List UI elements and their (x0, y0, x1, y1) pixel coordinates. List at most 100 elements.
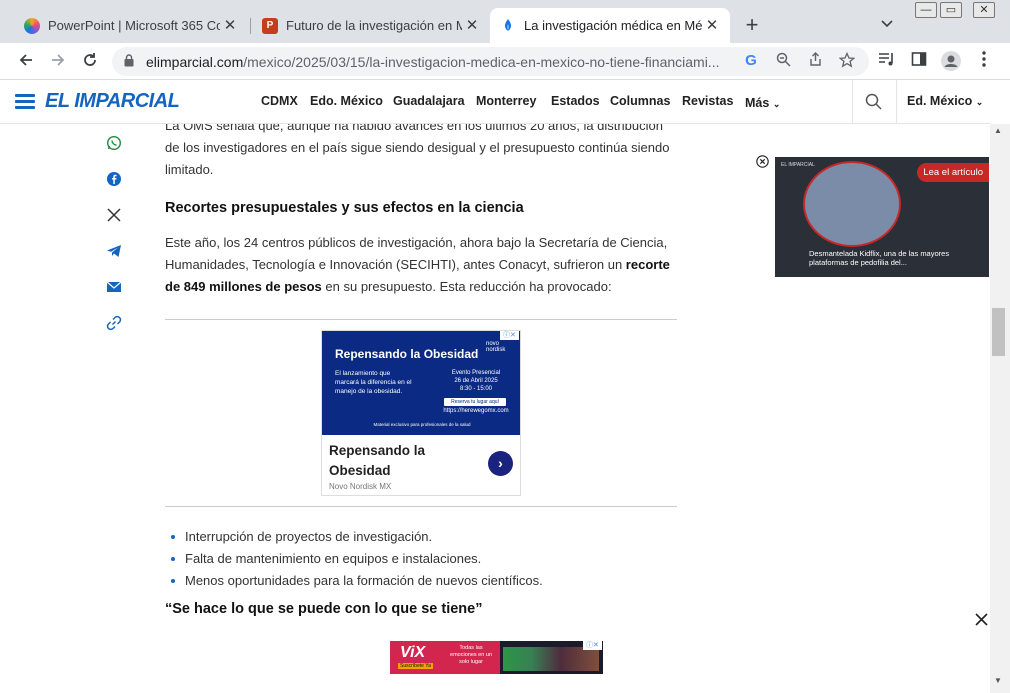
close-tab-icon[interactable]: ✕ (704, 18, 720, 34)
close-tab-icon[interactable]: ✕ (222, 18, 238, 34)
forward-arrow-icon[interactable] (48, 51, 68, 71)
novo-nordisk-logo: novo nordisk (486, 341, 506, 353)
elimparcial-favicon-icon (500, 18, 516, 34)
ad-banner[interactable]: Repensando la Obesidad novo nordisk El l… (322, 331, 520, 435)
copy-link-icon[interactable] (106, 315, 122, 331)
bullet-list: Interrupción de proyectos de investigaci… (170, 526, 543, 592)
ad-reserve-button[interactable]: Reserva tu lugar aquí (444, 398, 506, 406)
url-host: elimparcial.com (146, 54, 244, 70)
list-item: Falta de mantenimiento en equipos e inst… (170, 548, 543, 570)
ad-card-title[interactable]: Repensando la Obesidad (329, 441, 469, 481)
list-item: Menos oportunidades para la formación de… (170, 570, 543, 592)
ad-banner-title: Repensando la Obesidad (335, 347, 479, 361)
close-sticky-ad-icon[interactable] (973, 611, 990, 628)
divider (165, 319, 677, 320)
vix-cta[interactable]: Suscríbete Ya (398, 663, 433, 669)
minimize-window-icon[interactable]: — (915, 2, 937, 18)
url-text: elimparcial.com/mexico/2025/03/15/la-inv… (146, 54, 736, 70)
edition-selector[interactable]: Ed. México ⌄ (907, 94, 983, 108)
close-tab-icon[interactable]: ✕ (464, 18, 480, 34)
section-heading: Recortes presupuestales y sus efectos en… (165, 200, 524, 216)
ad-left-text: El lanzamiento que marcará la diferencia… (335, 370, 412, 395)
nav-monterrey[interactable]: Monterrey (476, 94, 536, 108)
lock-icon[interactable] (124, 54, 134, 67)
side-panel-icon[interactable] (909, 51, 929, 71)
nav-revistas[interactable]: Revistas (682, 94, 733, 108)
google-translate-icon[interactable]: G (742, 52, 760, 70)
bookmark-star-icon[interactable] (838, 51, 856, 70)
profile-avatar-icon[interactable] (941, 51, 961, 71)
chevron-down-icon: ⌄ (772, 99, 781, 109)
vix-tagline: Todas las emociones en un solo lugar (450, 645, 492, 665)
header-divider (896, 80, 897, 124)
close-window-icon[interactable]: ✕ (973, 2, 995, 18)
ad-date: 26 de Abril 2025 (454, 378, 498, 384)
scroll-thumb[interactable] (992, 308, 1005, 356)
browser-tab-strip: PowerPoint | Microsoft 365 Copilot ✕ P F… (0, 0, 1010, 43)
list-item: Interrupción de proyectos de investigaci… (170, 526, 543, 548)
nav-cdmx[interactable]: CDMX (261, 94, 298, 108)
ad-arrow-button[interactable]: › (488, 451, 513, 476)
search-icon[interactable] (865, 93, 882, 110)
tab-separator (250, 18, 251, 34)
url-path: /mexico/2025/03/15/la-investigacion-medi… (243, 54, 720, 70)
tab-search-chevron-icon[interactable] (881, 17, 893, 31)
reload-icon[interactable] (80, 51, 100, 71)
nav-edo-mexico[interactable]: Edo. México (310, 94, 383, 108)
scroll-up-icon[interactable]: ▲ (994, 126, 1002, 135)
scroll-down-icon[interactable]: ▼ (994, 676, 1002, 685)
media-control-icon[interactable] (877, 51, 897, 71)
new-tab-icon[interactable]: + (741, 14, 763, 36)
page-content: La OMS señala que, aunque ha habido avan… (0, 124, 990, 693)
close-ad-icon[interactable] (756, 155, 769, 173)
article-paragraph: La OMS señala que, aunque ha habido avan… (165, 124, 670, 177)
site-logo[interactable]: EL IMPARCIAL (45, 90, 180, 113)
maximize-window-icon[interactable]: ▭ (940, 2, 962, 18)
nav-mas[interactable]: Más ⌄ (745, 96, 780, 110)
browser-menu-kebab-icon[interactable] (974, 51, 994, 71)
ad-thumbnails (503, 647, 599, 671)
tab-investigacion-medica-active[interactable]: La investigación médica en México ✕ (490, 8, 730, 43)
ad-link[interactable]: https://herewegomx.com (440, 408, 512, 414)
facebook-share-icon[interactable] (106, 171, 122, 187)
vix-logo: ViX (400, 644, 426, 661)
nav-mas-label: Más (745, 96, 770, 110)
tab-title: La investigación médica en México (524, 18, 702, 33)
divider (165, 506, 677, 507)
page-scrollbar[interactable]: ▲ ▼ (990, 124, 1010, 693)
browser-toolbar: elimparcial.com/mexico/2025/03/15/la-inv… (0, 43, 1010, 80)
whatsapp-share-icon[interactable] (106, 135, 122, 151)
x-twitter-share-icon[interactable] (106, 207, 122, 223)
ad-advertiser: Novo Nordisk MX (329, 482, 392, 491)
section-heading: “Se hace lo que se puede con lo que se t… (165, 601, 483, 617)
paragraph-text: Este año, los 24 centros públicos de inv… (165, 235, 668, 272)
powerpoint-favicon-icon: P (262, 17, 278, 34)
article-paragraph: Este año, los 24 centros públicos de inv… (165, 232, 677, 298)
inline-advertisement[interactable]: Repensando la Obesidad novo nordisk El l… (321, 330, 521, 496)
paragraph-text: en su presupuesto. Esta reducción ha pro… (321, 279, 612, 294)
ad-source-label: EL IMPARCIAL (781, 162, 815, 168)
copilot-favicon-icon (24, 17, 40, 34)
email-share-icon[interactable] (106, 279, 122, 295)
tab-title: PowerPoint | Microsoft 365 Copilot (48, 18, 220, 33)
ad-event: Evento Presencial (451, 370, 501, 376)
vix-banner: ViX Suscríbete Ya Todas las emociones en… (390, 641, 500, 674)
tab-futuro-investigacion[interactable]: P Futuro de la investigación en México ✕ (252, 8, 490, 43)
ad-event-info: Evento Presencial 26 de Abril 2025 8:30 - … (442, 369, 510, 393)
hamburger-menu-icon[interactable] (15, 94, 35, 109)
bottom-advertisement[interactable]: ViX Suscríbete Ya Todas las emociones en… (390, 641, 603, 674)
ad-choices-icon[interactable]: ⓘ✕ (583, 641, 602, 650)
back-arrow-icon[interactable] (16, 51, 36, 71)
ad-choices-icon[interactable]: ⓘ✕ (500, 331, 519, 340)
nav-columnas[interactable]: Columnas (610, 94, 670, 108)
zoom-icon[interactable] (774, 52, 792, 70)
address-bar[interactable]: elimparcial.com/mexico/2025/03/15/la-inv… (112, 47, 869, 76)
tab-powerpoint[interactable]: PowerPoint | Microsoft 365 Copilot ✕ (14, 8, 248, 43)
telegram-share-icon[interactable] (106, 243, 122, 259)
share-icon[interactable] (806, 52, 824, 70)
side-advertisement[interactable]: EL IMPARCIAL Lea el artículo Desmantelad… (775, 157, 989, 277)
edition-label: Ed. México (907, 94, 973, 108)
read-article-badge[interactable]: Lea el artículo (917, 163, 989, 182)
nav-guadalajara[interactable]: Guadalajara (393, 94, 465, 108)
nav-estados[interactable]: Estados (551, 94, 600, 108)
